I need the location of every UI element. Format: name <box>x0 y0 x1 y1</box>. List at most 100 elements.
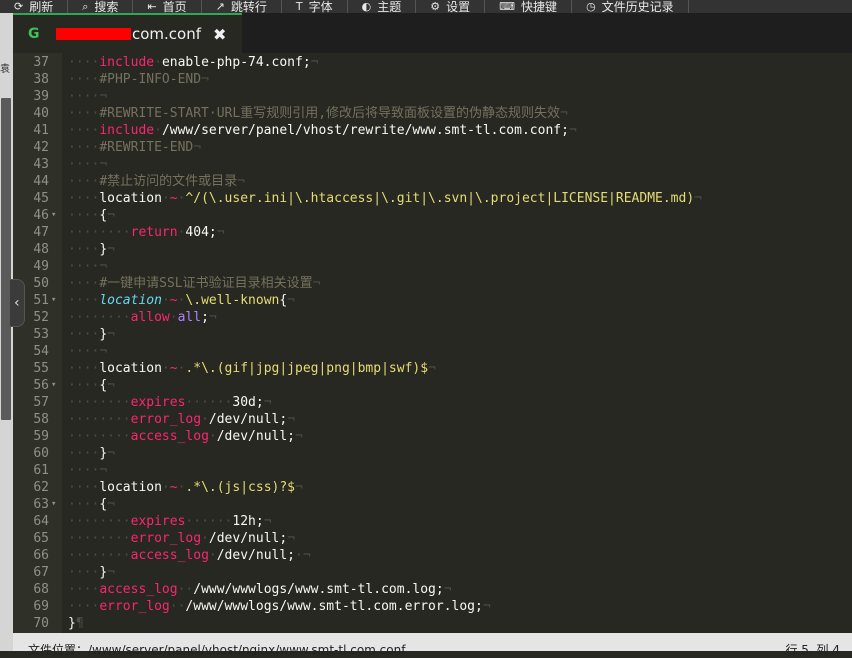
toolbar-item-8[interactable]: ◷ 文件历史记录 <box>572 0 689 13</box>
code-text: ····include·/www/server/panel/vhost/rewr… <box>68 123 577 138</box>
search-icon: ⌕ <box>82 0 89 13</box>
code-line[interactable]: 37 ····include·enable-php-74.conf;¬ <box>13 54 852 71</box>
code-line[interactable]: 67 ····}¬ <box>13 564 852 581</box>
line-number: 45 <box>33 191 49 206</box>
line-number: 55 <box>33 361 49 376</box>
line-number: 68 <box>33 582 49 597</box>
line-number: 40 <box>33 106 49 121</box>
toolbar-item-0[interactable]: ⟳ 刷新 <box>0 0 69 13</box>
code-editor[interactable]: 37 ····include·enable-php-74.conf;¬ 38 ····… <box>13 53 852 633</box>
code-line[interactable]: 56 ▾ ····{¬ <box>13 377 852 394</box>
code-text: ····#一键申请SSL证书验证目录相关设置¬ <box>68 276 321 291</box>
code-line[interactable]: 64 ········expires······12h;¬ <box>13 513 852 530</box>
code-line[interactable]: 54 ····¬ <box>13 343 852 360</box>
fold-toggle-icon[interactable]: ▾ <box>51 207 56 224</box>
code-text: ········expires······12h;¬ <box>68 514 272 529</box>
code-line[interactable]: 61 ····¬ <box>13 462 852 479</box>
toolbar-item-7[interactable]: ⌨ 快捷键 <box>485 0 573 13</box>
code-line[interactable]: 42 ····#REWRITE-END¬ <box>13 139 852 156</box>
code-line[interactable]: 47 ········return·404;¬ <box>13 224 852 241</box>
code-line[interactable]: 52 ········allow·all;¬ <box>13 309 852 326</box>
code-text: ····location·~·\.well-known{¬ <box>68 293 295 308</box>
line-number: 64 <box>33 514 49 529</box>
toolbar-item-6[interactable]: ⚙ 设置 <box>416 0 486 13</box>
line-number: 39 <box>33 89 49 104</box>
toolbar-item-label: 主题 <box>377 0 402 13</box>
toolbar-item-1[interactable]: ⌕ 搜索 <box>68 0 134 13</box>
gear-icon: ⚙ <box>430 0 441 13</box>
fold-toggle-icon[interactable]: ▾ <box>51 496 56 513</box>
code-line[interactable]: 58 ········error_log·/dev/null;¬ <box>13 411 852 428</box>
line-number: 42 <box>33 140 49 155</box>
tab-bar: G com.conf ✖ <box>13 13 852 53</box>
toolbar-item-label: 字体 <box>308 0 333 13</box>
code-line[interactable]: 55 ····location·~·.*\.(gif|jpg|jpeg|png|b… <box>13 360 852 377</box>
redacted-filename-block <box>56 28 131 40</box>
code-line[interactable]: 63 ▾ ····{¬ <box>13 496 852 513</box>
line-number: 57 <box>33 395 49 410</box>
code-line[interactable]: 59 ········access_log·/dev/null;¬ <box>13 428 852 445</box>
refresh-icon: ⟳ <box>14 0 24 13</box>
code-line[interactable]: 66 ········access_log·/dev/null;·¬ <box>13 547 852 564</box>
code-line[interactable]: 41 ····include·/www/server/panel/vhost/re… <box>13 122 852 139</box>
code-text: ····¬ <box>68 344 108 359</box>
code-text: ····}¬ <box>68 327 115 342</box>
line-number: 41 <box>33 123 49 138</box>
line-number: 69 <box>33 599 49 614</box>
close-icon[interactable]: ✖ <box>213 25 226 44</box>
code-text: ········access_log·/dev/null;¬ <box>68 429 303 444</box>
code-text: ········return·404;¬ <box>68 225 225 240</box>
code-line[interactable]: 46 ▾ ····{¬ <box>13 207 852 224</box>
theme-icon: ◐ <box>361 0 372 13</box>
code-line[interactable]: 69 ····error_log··/www/wwwlogs/www.smt-tl… <box>13 598 852 615</box>
code-line[interactable]: 49 ····¬ <box>13 258 852 275</box>
code-text: ····access_log··/www/wwwlogs/www.smt-tl.… <box>68 582 452 597</box>
code-text: ····¬ <box>68 463 108 478</box>
goto-line-icon: ↗ <box>215 0 225 13</box>
code-text: ····#REWRITE-END¬ <box>68 140 202 155</box>
status-bar: 文件位置：/www/server/panel/vhost/nginx/www.s… <box>13 633 852 657</box>
code-text: ····location·~·.*\.(js|css)?$¬ <box>68 480 303 495</box>
code-line[interactable]: 51 ▾ ····location·~·\.well-known{¬ <box>13 292 852 309</box>
code-line[interactable]: 53 ····}¬ <box>13 326 852 343</box>
code-line[interactable]: 65 ········error_log·/dev/null;¬ <box>13 530 852 547</box>
code-line[interactable]: 43 ····¬ <box>13 156 852 173</box>
code-line[interactable]: 57 ········expires······30d;¬ <box>13 394 852 411</box>
toolbar-item-label: 设置 <box>446 0 471 13</box>
fold-toggle-icon[interactable]: ▾ <box>51 377 56 394</box>
collapse-panel-button[interactable]: ‹ <box>10 279 25 327</box>
toolbar-item-4[interactable]: T 字体 <box>282 0 348 13</box>
toolbar-item-3[interactable]: ↗ 跳转行 <box>202 0 282 13</box>
code-line[interactable]: 44 ····#禁止访问的文件或目录¬ <box>13 173 852 190</box>
code-line[interactable]: 39 ····¬ <box>13 88 852 105</box>
toolbar-item-label: 快捷键 <box>521 0 558 13</box>
code-line[interactable]: 68 ····access_log··/www/wwwlogs/www.smt-t… <box>13 581 852 598</box>
code-text: ····¬ <box>68 157 108 172</box>
code-text: ····}¬ <box>68 242 115 257</box>
code-text: ····¬ <box>68 89 108 104</box>
code-line[interactable]: 62 ····location·~·.*\.(js|css)?$¬ <box>13 479 852 496</box>
editor-toolbar: ⟳ 刷新 ⌕ 搜索 ⇤ 首页 ↗ 跳转行 T 字体 ◐ 主题 ⚙ 设置 ⌨ 快捷键 ◷ 文件历史记录 <box>0 0 852 13</box>
code-text: ········access_log·/dev/null;·¬ <box>68 548 311 563</box>
code-line[interactable]: 60 ····}¬ <box>13 445 852 462</box>
code-line[interactable]: 38 ····#PHP-INFO-END¬ <box>13 71 852 88</box>
code-line[interactable]: 45 ····location·~·^/(\.user.ini|\.htacces… <box>13 190 852 207</box>
left-panel-scrollbar[interactable] <box>1 98 11 420</box>
toolbar-item-5[interactable]: ◐ 主题 <box>348 0 417 13</box>
code-text: ········expires······30d;¬ <box>68 395 272 410</box>
code-text: }¶ <box>68 616 84 631</box>
file-tab[interactable]: G com.conf ✖ <box>13 13 242 53</box>
line-number: 43 <box>33 157 49 172</box>
code-line[interactable]: 50 ····#一键申请SSL证书验证目录相关设置¬ <box>13 275 852 292</box>
fold-toggle-icon[interactable]: ▾ <box>51 292 56 309</box>
code-line[interactable]: 48 ····}¬ <box>13 241 852 258</box>
code-text: ····{¬ <box>68 208 115 223</box>
toolbar-item-label: 跳转行 <box>230 0 267 13</box>
line-number: 60 <box>33 446 49 461</box>
toolbar-item-2[interactable]: ⇤ 首页 <box>133 0 202 13</box>
keyboard-icon: ⌨ <box>499 0 516 13</box>
code-line[interactable]: 70}¶ <box>13 615 852 632</box>
toolbar-item-label: 搜索 <box>94 0 119 13</box>
file-path: 文件位置：/www/server/panel/vhost/nginx/www.s… <box>28 643 406 657</box>
code-line[interactable]: 40 ····#REWRITE-START·URL重写规则引用,修改后将导致面板设… <box>13 105 852 122</box>
